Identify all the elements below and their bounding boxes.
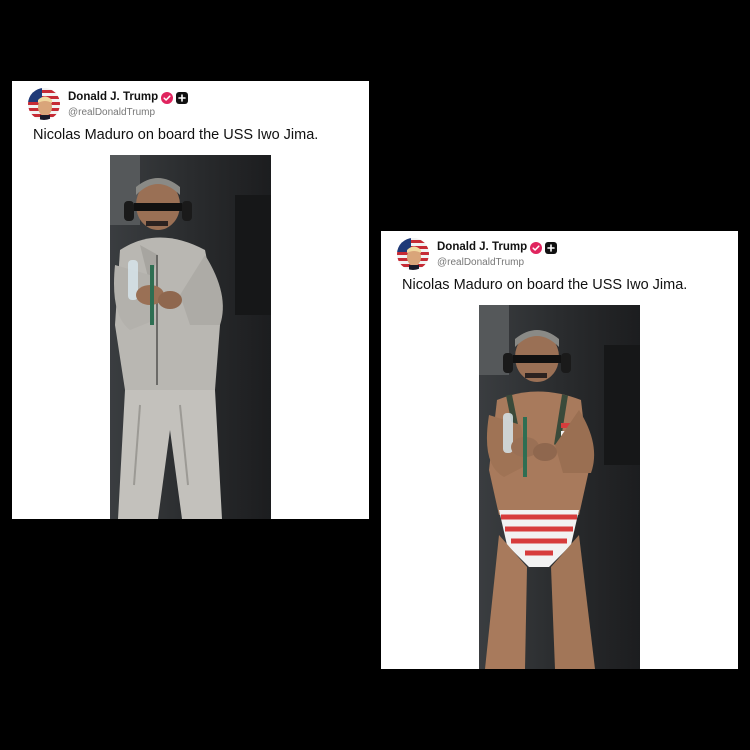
plus-square-icon <box>176 91 189 104</box>
plus-square-icon <box>545 241 558 254</box>
author-handle[interactable]: @realDonaldTrump <box>68 106 188 119</box>
post-text: Nicolas Maduro on board the USS Iwo Jima… <box>402 277 688 293</box>
verified-badge-icon <box>161 91 174 104</box>
post-card-left: Donald J. Trump @realDonaldTrump Nicolas… <box>12 81 369 519</box>
post-card-right: Donald J. Trump @realDonaldTrump Nicolas… <box>381 231 738 669</box>
author-display-name[interactable]: Donald J. Trump <box>437 240 527 255</box>
name-row: Donald J. Trump <box>68 90 189 105</box>
post-text: Nicolas Maduro on board the USS Iwo Jima… <box>33 127 319 143</box>
author-handle[interactable]: @realDonaldTrump <box>437 256 557 269</box>
post-photo[interactable] <box>479 305 640 669</box>
collage-canvas: Donald J. Trump @realDonaldTrump Nicolas… <box>0 0 750 750</box>
author-identity: Donald J. Trump @realDonaldTrump <box>68 90 189 119</box>
verified-badge-icon <box>530 241 543 254</box>
avatar[interactable] <box>28 88 60 120</box>
author-display-name[interactable]: Donald J. Trump <box>68 90 158 105</box>
avatar-flag-portrait-icon <box>28 88 60 120</box>
photo-swimwear-image <box>479 305 640 669</box>
photo-tracksuit-image <box>110 155 271 519</box>
post-photo[interactable] <box>110 155 271 519</box>
avatar-flag-portrait-icon <box>397 238 429 270</box>
post-header: Donald J. Trump @realDonaldTrump <box>28 87 189 121</box>
post-header: Donald J. Trump @realDonaldTrump <box>397 237 558 271</box>
author-identity: Donald J. Trump @realDonaldTrump <box>437 240 558 269</box>
avatar[interactable] <box>397 238 429 270</box>
name-row: Donald J. Trump <box>437 240 558 255</box>
